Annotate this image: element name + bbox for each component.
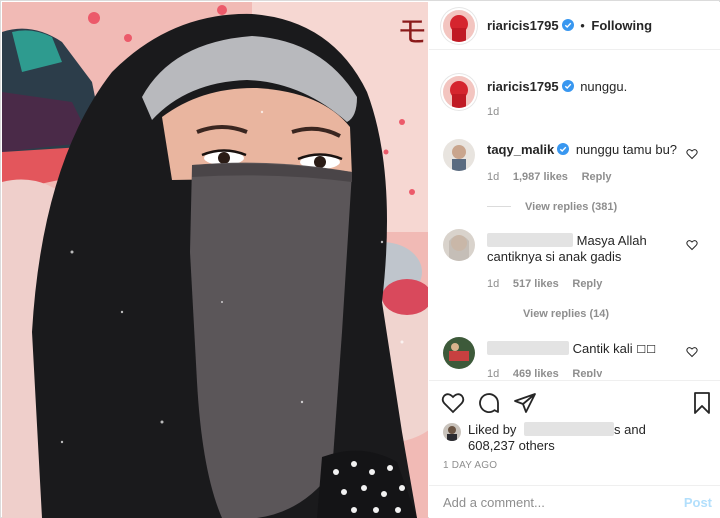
redacted-username bbox=[487, 341, 569, 355]
comment-avatar[interactable] bbox=[443, 229, 475, 261]
verified-badge-icon bbox=[561, 19, 574, 31]
redacted-liker bbox=[524, 422, 615, 436]
liker-avatar[interactable] bbox=[443, 423, 461, 441]
post-header: riaricis1795 • Following bbox=[429, 2, 720, 50]
view-replies-dash bbox=[487, 206, 511, 208]
author-username[interactable]: riaricis1795 bbox=[487, 18, 559, 33]
comment-text: nunggu tamu bu? bbox=[575, 142, 678, 157]
post-comment-button[interactable]: Post bbox=[684, 495, 712, 510]
comment-likes[interactable]: 517 likes bbox=[513, 278, 559, 290]
view-replies-button[interactable]: View replies (381) bbox=[525, 201, 617, 213]
svg-text:モ: モ bbox=[397, 15, 427, 50]
comment-input[interactable] bbox=[443, 495, 663, 510]
post-date[interactable]: 1 DAY AGO bbox=[443, 460, 497, 471]
comment-username[interactable]: taqy_malik bbox=[487, 142, 554, 157]
header-user-line: riaricis1795 • Following bbox=[487, 18, 652, 33]
likes-suffix: s and bbox=[614, 422, 646, 437]
post-photo[interactable]: モ bbox=[2, 2, 428, 518]
likes-count[interactable]: 608,237 others bbox=[468, 438, 555, 453]
comment-text: Masya Allah bbox=[576, 233, 647, 248]
comment-emoji: ☐☐ bbox=[636, 343, 656, 356]
comment-like-heart-icon[interactable] bbox=[686, 346, 698, 358]
comment-line: taqy_malik nunggu tamu bu? bbox=[487, 142, 677, 157]
caption-time[interactable]: 1d bbox=[487, 106, 499, 118]
avatar-image bbox=[443, 337, 475, 369]
reply-button[interactable]: Reply bbox=[572, 368, 602, 377]
comment-meta: 1d 517 likes Reply bbox=[487, 275, 602, 290]
comment-text-continued: cantiknya si anak gadis bbox=[487, 249, 622, 264]
bookmark-icon[interactable] bbox=[690, 391, 714, 415]
comment-meta: 1d 1,987 likes Reply bbox=[487, 168, 612, 183]
comment-icon[interactable] bbox=[477, 391, 501, 415]
header-separator: • bbox=[580, 18, 585, 33]
avatar-image bbox=[443, 423, 461, 441]
comment-time[interactable]: 1d bbox=[487, 368, 499, 377]
caption-line: riaricis1795 nunggu. bbox=[487, 79, 627, 94]
verified-badge-icon bbox=[557, 143, 570, 155]
comment-likes[interactable]: 469 likes bbox=[513, 368, 559, 377]
photo-illustration: モ bbox=[2, 2, 428, 518]
likes-prefix: Liked by bbox=[468, 422, 517, 437]
view-replies-row[interactable]: View replies (14) bbox=[523, 305, 609, 320]
caption-avatar[interactable] bbox=[443, 76, 475, 108]
avatar-image bbox=[443, 10, 475, 42]
caption-username[interactable]: riaricis1795 bbox=[487, 79, 559, 94]
comment-avatar[interactable] bbox=[443, 139, 475, 171]
reply-button[interactable]: Reply bbox=[572, 278, 602, 290]
comment-likes[interactable]: 1,987 likes bbox=[513, 171, 568, 183]
comment-meta: 1d 469 likes Reply bbox=[487, 365, 602, 377]
comment-form: Post bbox=[429, 485, 720, 518]
post-actions-bar bbox=[429, 380, 720, 426]
comment-time[interactable]: 1d bbox=[487, 171, 499, 183]
post-side-panel: riaricis1795 • Following riaricis1795 nu… bbox=[429, 2, 720, 518]
reply-button[interactable]: Reply bbox=[582, 171, 612, 183]
share-icon[interactable] bbox=[513, 391, 537, 415]
avatar-image bbox=[443, 229, 475, 261]
instagram-post-modal: モ riaricis1795 • Following riaricis1795 … bbox=[0, 0, 720, 518]
likes-line: Liked by s and bbox=[468, 422, 646, 437]
comment-body: Masya Allah cantiknya si anak gadis bbox=[487, 233, 707, 265]
avatar-image bbox=[443, 139, 475, 171]
comment-body: Cantik kali ☐☐ bbox=[487, 341, 656, 356]
following-button[interactable]: Following bbox=[591, 18, 652, 33]
comment-like-heart-icon[interactable] bbox=[686, 239, 698, 251]
avatar-image bbox=[443, 76, 475, 108]
comment-like-heart-icon[interactable] bbox=[686, 148, 698, 160]
comment-text: Cantik kali bbox=[572, 341, 633, 356]
heart-icon[interactable] bbox=[441, 391, 465, 415]
verified-badge-icon bbox=[561, 80, 574, 92]
author-avatar[interactable] bbox=[443, 10, 475, 42]
view-replies-row[interactable]: View replies (381) bbox=[487, 198, 617, 213]
comment-avatar[interactable] bbox=[443, 337, 475, 369]
redacted-username bbox=[487, 233, 573, 247]
caption-text: nunggu. bbox=[580, 79, 628, 94]
view-replies-button[interactable]: View replies (14) bbox=[523, 308, 609, 320]
comment-time[interactable]: 1d bbox=[487, 278, 499, 290]
